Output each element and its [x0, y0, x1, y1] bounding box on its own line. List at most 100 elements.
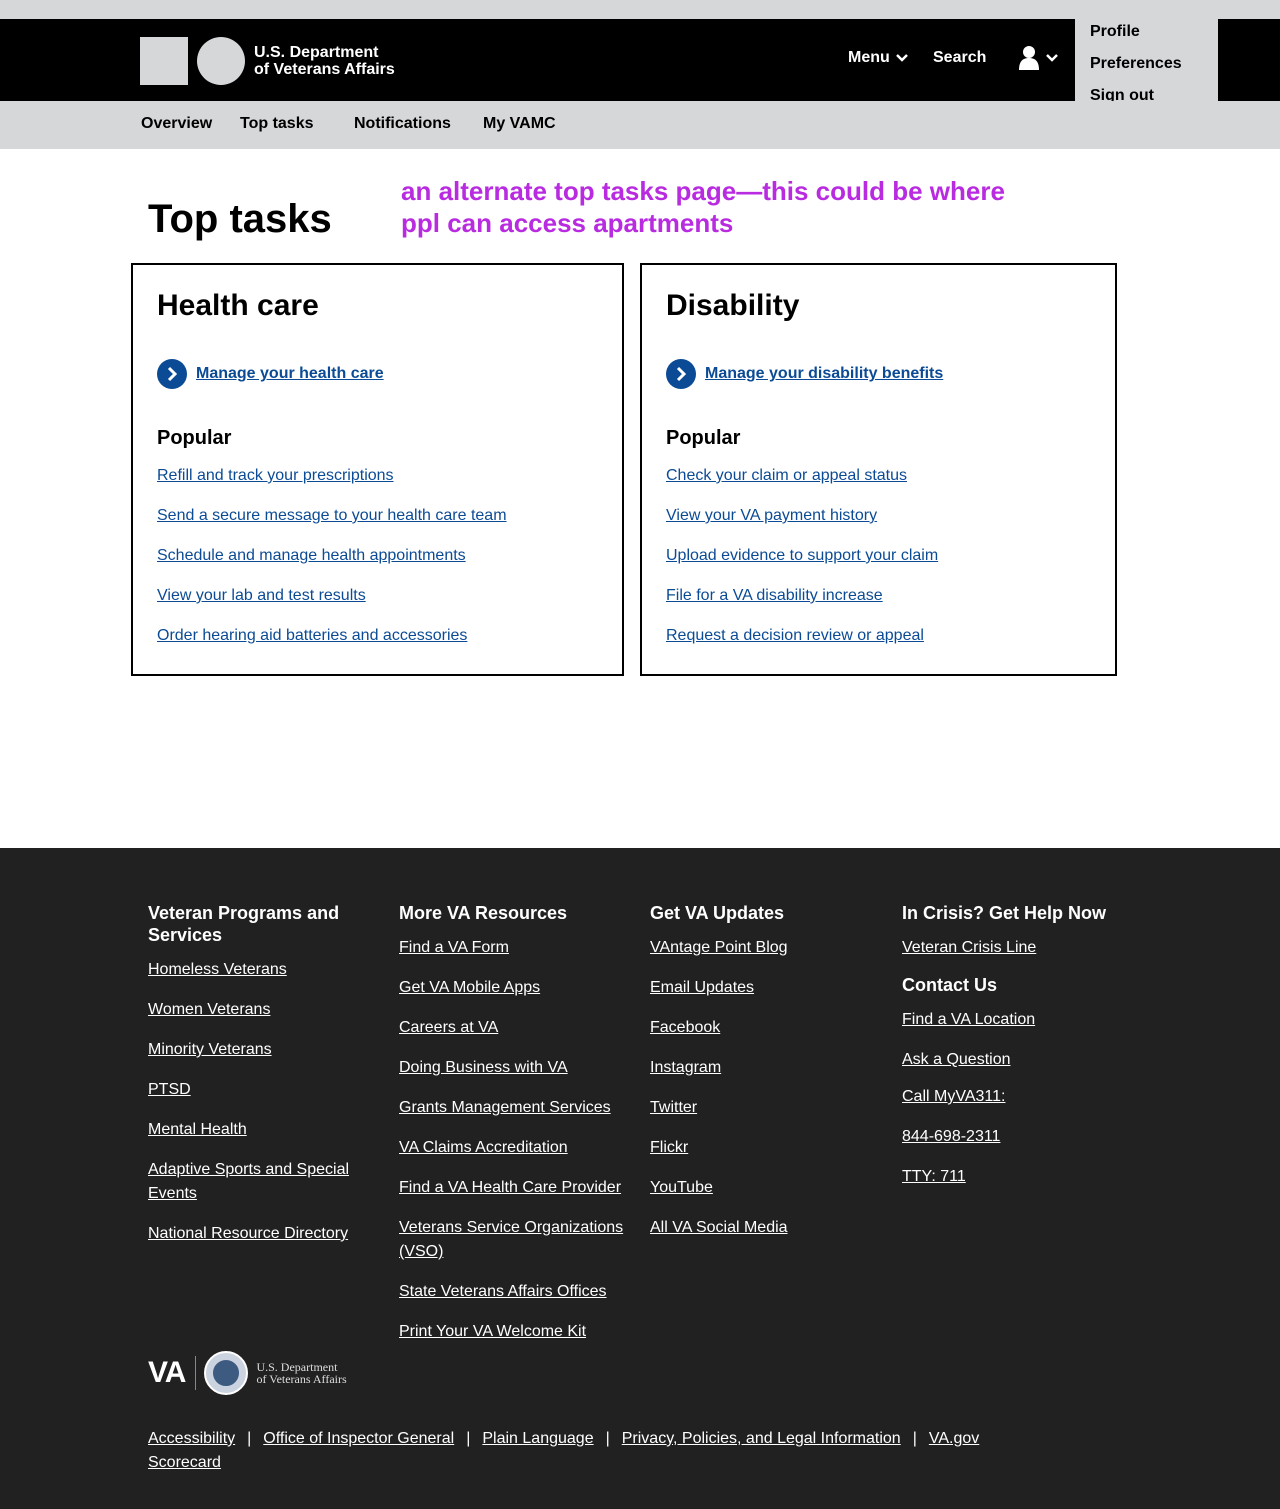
- top-strip: [0, 0, 1280, 19]
- footer-link[interactable]: National Resource Directory: [148, 1225, 348, 1242]
- popular-heading: Popular: [666, 427, 741, 449]
- user-menu-button[interactable]: [1018, 45, 1058, 71]
- footer-link[interactable]: Minority Veterans: [148, 1041, 272, 1058]
- va-footer-logo[interactable]: VA U.S. Department of Veterans Affairs: [148, 1351, 347, 1395]
- arrow-right-circle-icon: [666, 359, 696, 389]
- list-item: Request a decision review or appeal: [666, 627, 938, 667]
- footer-link[interactable]: State Veterans Affairs Offices: [399, 1283, 607, 1300]
- list-item: Email Updates: [650, 976, 880, 1000]
- manage-health-care-link[interactable]: Manage your health care: [157, 359, 384, 389]
- list-item: Minority Veterans: [148, 1038, 378, 1062]
- popular-heading: Popular: [157, 427, 232, 449]
- bottom-link-plain-language[interactable]: Plain Language: [482, 1430, 593, 1447]
- footer-link[interactable]: Flickr: [650, 1139, 688, 1156]
- dropdown-profile[interactable]: Profile: [1090, 23, 1140, 41]
- footer-link[interactable]: Find a VA Health Care Provider: [399, 1179, 621, 1196]
- footer-link[interactable]: Women Veterans: [148, 1001, 270, 1018]
- bottom-link-accessibility[interactable]: Accessibility: [148, 1430, 235, 1447]
- footer-link[interactable]: Instagram: [650, 1059, 721, 1076]
- footer-link[interactable]: All VA Social Media: [650, 1219, 788, 1236]
- popular-link[interactable]: Schedule and manage health appointments: [157, 547, 466, 564]
- footer-link[interactable]: VA Claims Accreditation: [399, 1139, 568, 1156]
- manage-disability-link[interactable]: Manage your disability benefits: [666, 359, 943, 389]
- logo-placeholder-circle[interactable]: [197, 37, 245, 85]
- footer-link[interactable]: 844-698-2311: [902, 1128, 1000, 1145]
- card-title: Disability: [666, 289, 800, 322]
- dropdown-preferences[interactable]: Preferences: [1090, 55, 1182, 73]
- list-item: Find a VA Location: [902, 1008, 1132, 1032]
- popular-link[interactable]: Order hearing aid batteries and accessor…: [157, 627, 467, 644]
- logo-divider: [195, 1356, 197, 1390]
- primary-link-label: Manage your disability benefits: [705, 365, 944, 382]
- popular-link[interactable]: Send a secure message to your health car…: [157, 507, 507, 524]
- footer-heading-contact: Contact Us: [902, 975, 998, 995]
- footer-link[interactable]: Adaptive Sports and Special Events: [148, 1161, 349, 1202]
- footer-heading: More VA Resources: [399, 903, 568, 923]
- logo-dept-line2: of Veterans Affairs: [256, 1372, 347, 1386]
- popular-link[interactable]: View your lab and test results: [157, 587, 366, 604]
- menu-button[interactable]: Menu: [848, 49, 908, 67]
- bottom-link-oig[interactable]: Office of Inspector General: [263, 1430, 454, 1447]
- list-item: Get VA Mobile Apps: [399, 976, 629, 1000]
- popular-link[interactable]: Refill and track your prescriptions: [157, 467, 394, 484]
- bottom-link-privacy[interactable]: Privacy, Policies, and Legal Information: [622, 1430, 901, 1447]
- footer-link[interactable]: Veterans Service Organizations (VSO): [399, 1219, 623, 1260]
- user-dropdown-menu: Profile Preferences Sign out: [1075, 19, 1218, 104]
- list-item: Mental Health: [148, 1118, 378, 1142]
- list-item: Grants Management Services: [399, 1096, 629, 1120]
- dept-line1: U.S. Department: [254, 44, 379, 61]
- nav-overview[interactable]: Overview: [141, 115, 212, 133]
- footer-link[interactable]: VAntage Point Blog: [650, 939, 788, 956]
- list-item: Schedule and manage health appointments: [157, 547, 507, 587]
- footer-link[interactable]: Grants Management Services: [399, 1099, 611, 1116]
- separator: |: [605, 1430, 610, 1447]
- footer-link[interactable]: Get VA Mobile Apps: [399, 979, 540, 996]
- footer-link[interactable]: Mental Health: [148, 1121, 247, 1138]
- footer-link[interactable]: Email Updates: [650, 979, 754, 996]
- primary-link-label: Manage your health care: [196, 365, 384, 382]
- search-button[interactable]: Search: [933, 49, 986, 67]
- page-title: Top tasks: [148, 197, 332, 241]
- footer-col-crisis: In Crisis? Get Help Now Veteran Crisis L…: [902, 902, 1132, 1205]
- list-item: Veteran Crisis Line: [902, 936, 1132, 960]
- list-item: Veterans Service Organizations (VSO): [399, 1216, 629, 1264]
- footer-link[interactable]: Veteran Crisis Line: [902, 939, 1036, 956]
- footer-link[interactable]: YouTube: [650, 1179, 713, 1196]
- list-item: Flickr: [650, 1136, 880, 1160]
- footer-link[interactable]: Call MyVA311:: [902, 1088, 1005, 1105]
- footer-link[interactable]: Twitter: [650, 1099, 697, 1116]
- list-item: View your VA payment history: [666, 507, 938, 547]
- list-item: Adaptive Sports and Special Events: [148, 1158, 378, 1206]
- site-footer: Veteran Programs and Services Homeless V…: [0, 848, 1280, 1509]
- footer-link[interactable]: Print Your VA Welcome Kit: [399, 1323, 586, 1340]
- popular-link[interactable]: Request a decision review or appeal: [666, 627, 924, 644]
- footer-link[interactable]: Homeless Veterans: [148, 961, 287, 978]
- list-item: Call MyVA311:: [902, 1085, 1132, 1109]
- separator: |: [247, 1430, 252, 1447]
- va-logo-letters: VA: [148, 1356, 186, 1389]
- popular-link[interactable]: File for a VA disability increase: [666, 587, 883, 604]
- list-item: Send a secure message to your health car…: [157, 507, 507, 547]
- nav-notifications[interactable]: Notifications: [354, 115, 451, 133]
- popular-link[interactable]: Check your claim or appeal status: [666, 467, 907, 484]
- list-item: National Resource Directory: [148, 1222, 378, 1246]
- list-item: Women Veterans: [148, 998, 378, 1022]
- popular-link[interactable]: Upload evidence to support your claim: [666, 547, 938, 564]
- nav-top-tasks[interactable]: Top tasks: [240, 115, 314, 133]
- footer-link[interactable]: Find a VA Location: [902, 1011, 1035, 1028]
- department-name[interactable]: U.S. Department of Veterans Affairs: [254, 44, 395, 78]
- list-item: Check your claim or appeal status: [666, 467, 938, 507]
- health-care-card: Health care Manage your health care Popu…: [131, 263, 624, 676]
- footer-link[interactable]: TTY: 711: [902, 1168, 966, 1185]
- list-item: 844-698-2311: [902, 1125, 1132, 1149]
- popular-link[interactable]: View your VA payment history: [666, 507, 877, 524]
- footer-link[interactable]: Facebook: [650, 1019, 720, 1036]
- logo-placeholder-square[interactable]: [140, 37, 188, 85]
- separator: |: [912, 1430, 917, 1447]
- footer-link[interactable]: Doing Business with VA: [399, 1059, 568, 1076]
- footer-link[interactable]: Ask a Question: [902, 1051, 1011, 1068]
- footer-link[interactable]: Careers at VA: [399, 1019, 498, 1036]
- footer-link[interactable]: Find a VA Form: [399, 939, 509, 956]
- footer-link[interactable]: PTSD: [148, 1081, 191, 1098]
- nav-my-vamc[interactable]: My VAMC: [483, 115, 556, 133]
